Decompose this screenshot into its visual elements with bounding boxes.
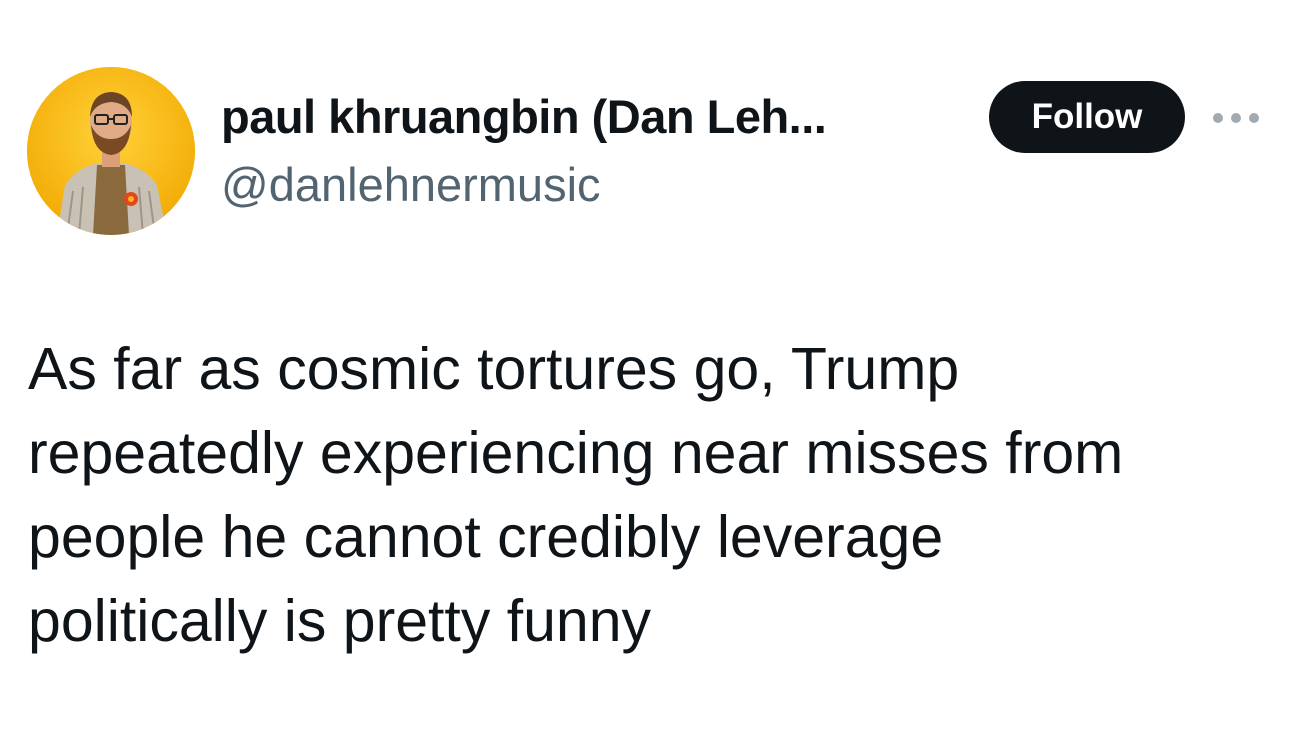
author-handle[interactable]: @danlehnermusic [221,152,601,218]
avatar[interactable] [27,67,195,235]
more-options-button[interactable] [1210,100,1262,136]
tweet-text-line: politically is pretty funny [28,588,652,654]
tweet-text-line: repeatedly experiencing near misses from [28,420,1124,486]
tweet-text-line: people he cannot credibly leverage [28,504,944,570]
tweet-card: paul khruangbin (Dan Leh... @danlehnermu… [0,0,1290,741]
profile-photo-icon [27,67,195,235]
tweet-text: As far as cosmic tortures go, Trump repe… [28,327,1258,663]
author-display-name[interactable]: paul khruangbin (Dan Leh... [221,82,826,152]
more-horizontal-icon [1213,113,1259,123]
tweet-text-line: As far as cosmic tortures go, Trump [28,336,960,402]
follow-button[interactable]: Follow [989,81,1185,153]
